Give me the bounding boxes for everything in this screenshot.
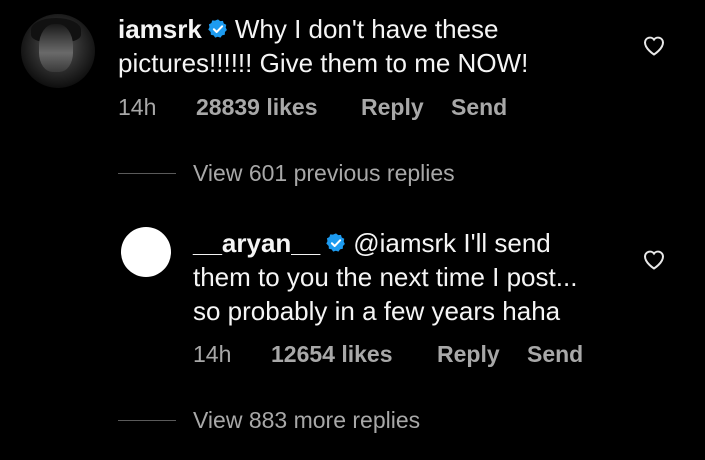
avatar[interactable]	[21, 14, 95, 88]
reply-like-heart-icon[interactable]	[642, 248, 666, 270]
comment-time: 14h	[118, 94, 157, 120]
verified-badge-icon	[208, 19, 227, 38]
comment-body: iamsrk Why I don't have these pictures!!!…	[118, 12, 638, 80]
comment-meta: 14h 28839 likes Reply Send	[118, 94, 538, 122]
reply-text-line1: I'll send	[456, 228, 551, 258]
reply-button[interactable]: Reply	[361, 94, 424, 121]
reply-likes[interactable]: 12654 likes	[271, 341, 393, 368]
comment-username[interactable]: iamsrk	[118, 14, 202, 44]
comment-text-line2: pictures!!!!!! Give them to me NOW!	[118, 48, 529, 78]
view-replies-divider	[118, 173, 176, 174]
send-button[interactable]: Send	[451, 94, 507, 121]
reply-body: __aryan__ @iamsrk I'll send them to you t…	[193, 226, 663, 328]
verified-badge-icon	[326, 233, 346, 252]
reply-text-line2: them to you the next time I post...	[193, 262, 578, 292]
reply-username[interactable]: __aryan__	[193, 228, 320, 258]
reply-avatar[interactable]	[121, 227, 171, 277]
avatar-face	[39, 24, 73, 72]
like-heart-icon[interactable]	[642, 34, 666, 56]
reply-reply-button[interactable]: Reply	[437, 341, 500, 368]
reply-mention[interactable]: @iamsrk	[353, 228, 456, 258]
view-previous-replies-link[interactable]: View 601 previous replies	[193, 160, 455, 187]
reply-time: 14h	[193, 341, 232, 367]
reply-text-line3: so probably in a few years haha	[193, 296, 561, 326]
view-more-replies-link[interactable]: View 883 more replies	[193, 407, 420, 434]
reply-send-button[interactable]: Send	[527, 341, 583, 368]
reply-meta: 14h 12654 likes Reply Send	[193, 341, 613, 369]
comment-text-line1: Why I don't have these	[234, 14, 499, 44]
comment-likes[interactable]: 28839 likes	[196, 94, 318, 121]
view-more-divider	[118, 420, 176, 421]
